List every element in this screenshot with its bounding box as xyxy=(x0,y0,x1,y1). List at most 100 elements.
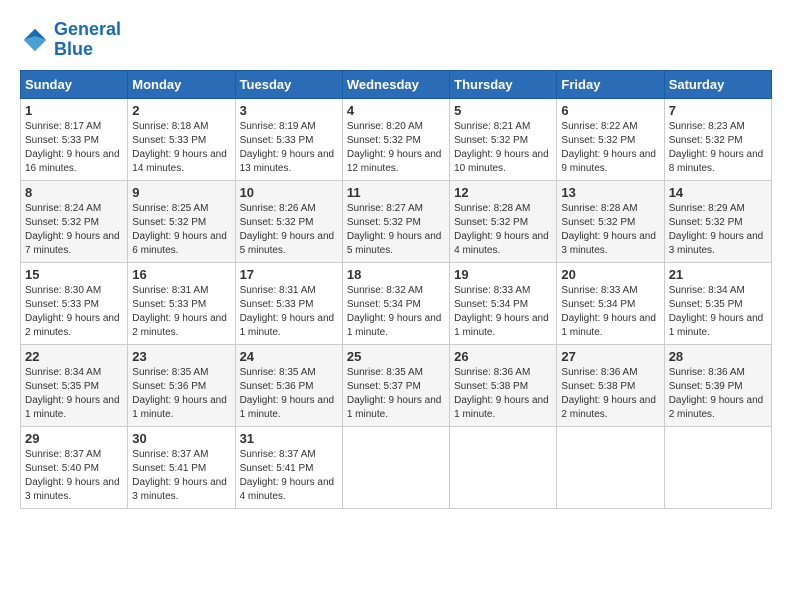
calendar-cell xyxy=(664,426,771,508)
day-info: Sunrise: 8:21 AMSunset: 5:32 PMDaylight:… xyxy=(454,120,552,176)
calendar-cell: 9 Sunrise: 8:25 AMSunset: 5:32 PMDayligh… xyxy=(128,180,235,262)
day-info: Sunrise: 8:31 AMSunset: 5:33 PMDaylight:… xyxy=(132,284,230,340)
calendar-cell xyxy=(557,426,664,508)
calendar-week-3: 15 Sunrise: 8:30 AMSunset: 5:33 PMDaylig… xyxy=(21,262,772,344)
calendar-cell: 22 Sunrise: 8:34 AMSunset: 5:35 PMDaylig… xyxy=(21,344,128,426)
calendar-cell: 21 Sunrise: 8:34 AMSunset: 5:35 PMDaylig… xyxy=(664,262,771,344)
day-info: Sunrise: 8:34 AMSunset: 5:35 PMDaylight:… xyxy=(25,366,123,422)
day-number: 20 xyxy=(561,267,659,282)
day-info: Sunrise: 8:30 AMSunset: 5:33 PMDaylight:… xyxy=(25,284,123,340)
day-info: Sunrise: 8:37 AMSunset: 5:40 PMDaylight:… xyxy=(25,448,123,504)
day-info: Sunrise: 8:36 AMSunset: 5:38 PMDaylight:… xyxy=(561,366,659,422)
calendar-cell xyxy=(450,426,557,508)
calendar-cell: 11 Sunrise: 8:27 AMSunset: 5:32 PMDaylig… xyxy=(342,180,449,262)
calendar-cell: 24 Sunrise: 8:35 AMSunset: 5:36 PMDaylig… xyxy=(235,344,342,426)
calendar-cell: 1 Sunrise: 8:17 AMSunset: 5:33 PMDayligh… xyxy=(21,98,128,180)
day-info: Sunrise: 8:22 AMSunset: 5:32 PMDaylight:… xyxy=(561,120,659,176)
day-number: 9 xyxy=(132,185,230,200)
col-header-wednesday: Wednesday xyxy=(342,70,449,98)
calendar-week-1: 1 Sunrise: 8:17 AMSunset: 5:33 PMDayligh… xyxy=(21,98,772,180)
day-info: Sunrise: 8:20 AMSunset: 5:32 PMDaylight:… xyxy=(347,120,445,176)
calendar-cell: 18 Sunrise: 8:32 AMSunset: 5:34 PMDaylig… xyxy=(342,262,449,344)
day-number: 12 xyxy=(454,185,552,200)
day-number: 13 xyxy=(561,185,659,200)
day-info: Sunrise: 8:37 AMSunset: 5:41 PMDaylight:… xyxy=(132,448,230,504)
day-info: Sunrise: 8:33 AMSunset: 5:34 PMDaylight:… xyxy=(561,284,659,340)
day-number: 16 xyxy=(132,267,230,282)
day-info: Sunrise: 8:37 AMSunset: 5:41 PMDaylight:… xyxy=(240,448,338,504)
calendar-cell: 25 Sunrise: 8:35 AMSunset: 5:37 PMDaylig… xyxy=(342,344,449,426)
calendar-cell: 16 Sunrise: 8:31 AMSunset: 5:33 PMDaylig… xyxy=(128,262,235,344)
day-info: Sunrise: 8:18 AMSunset: 5:33 PMDaylight:… xyxy=(132,120,230,176)
day-number: 7 xyxy=(669,103,767,118)
day-info: Sunrise: 8:17 AMSunset: 5:33 PMDaylight:… xyxy=(25,120,123,176)
day-number: 25 xyxy=(347,349,445,364)
day-number: 26 xyxy=(454,349,552,364)
day-number: 18 xyxy=(347,267,445,282)
day-info: Sunrise: 8:36 AMSunset: 5:38 PMDaylight:… xyxy=(454,366,552,422)
calendar-cell: 19 Sunrise: 8:33 AMSunset: 5:34 PMDaylig… xyxy=(450,262,557,344)
day-number: 22 xyxy=(25,349,123,364)
day-number: 1 xyxy=(25,103,123,118)
col-header-saturday: Saturday xyxy=(664,70,771,98)
day-info: Sunrise: 8:35 AMSunset: 5:37 PMDaylight:… xyxy=(347,366,445,422)
day-number: 31 xyxy=(240,431,338,446)
calendar-cell: 8 Sunrise: 8:24 AMSunset: 5:32 PMDayligh… xyxy=(21,180,128,262)
day-info: Sunrise: 8:23 AMSunset: 5:32 PMDaylight:… xyxy=(669,120,767,176)
day-info: Sunrise: 8:35 AMSunset: 5:36 PMDaylight:… xyxy=(240,366,338,422)
calendar-cell: 15 Sunrise: 8:30 AMSunset: 5:33 PMDaylig… xyxy=(21,262,128,344)
day-info: Sunrise: 8:34 AMSunset: 5:35 PMDaylight:… xyxy=(669,284,767,340)
calendar-cell: 4 Sunrise: 8:20 AMSunset: 5:32 PMDayligh… xyxy=(342,98,449,180)
day-number: 29 xyxy=(25,431,123,446)
col-header-monday: Monday xyxy=(128,70,235,98)
page-header: General Blue xyxy=(20,20,772,60)
calendar-week-5: 29 Sunrise: 8:37 AMSunset: 5:40 PMDaylig… xyxy=(21,426,772,508)
day-number: 11 xyxy=(347,185,445,200)
day-number: 15 xyxy=(25,267,123,282)
day-info: Sunrise: 8:32 AMSunset: 5:34 PMDaylight:… xyxy=(347,284,445,340)
calendar-cell xyxy=(342,426,449,508)
day-number: 8 xyxy=(25,185,123,200)
day-info: Sunrise: 8:24 AMSunset: 5:32 PMDaylight:… xyxy=(25,202,123,258)
calendar-cell: 20 Sunrise: 8:33 AMSunset: 5:34 PMDaylig… xyxy=(557,262,664,344)
col-header-friday: Friday xyxy=(557,70,664,98)
col-header-thursday: Thursday xyxy=(450,70,557,98)
day-number: 3 xyxy=(240,103,338,118)
day-number: 6 xyxy=(561,103,659,118)
calendar-cell: 26 Sunrise: 8:36 AMSunset: 5:38 PMDaylig… xyxy=(450,344,557,426)
day-info: Sunrise: 8:25 AMSunset: 5:32 PMDaylight:… xyxy=(132,202,230,258)
col-header-sunday: Sunday xyxy=(21,70,128,98)
calendar-cell: 13 Sunrise: 8:28 AMSunset: 5:32 PMDaylig… xyxy=(557,180,664,262)
day-number: 5 xyxy=(454,103,552,118)
calendar-week-4: 22 Sunrise: 8:34 AMSunset: 5:35 PMDaylig… xyxy=(21,344,772,426)
day-info: Sunrise: 8:31 AMSunset: 5:33 PMDaylight:… xyxy=(240,284,338,340)
day-info: Sunrise: 8:33 AMSunset: 5:34 PMDaylight:… xyxy=(454,284,552,340)
day-number: 27 xyxy=(561,349,659,364)
day-info: Sunrise: 8:28 AMSunset: 5:32 PMDaylight:… xyxy=(454,202,552,258)
calendar-header-row: SundayMondayTuesdayWednesdayThursdayFrid… xyxy=(21,70,772,98)
day-number: 30 xyxy=(132,431,230,446)
calendar-cell: 14 Sunrise: 8:29 AMSunset: 5:32 PMDaylig… xyxy=(664,180,771,262)
calendar-cell: 23 Sunrise: 8:35 AMSunset: 5:36 PMDaylig… xyxy=(128,344,235,426)
day-number: 17 xyxy=(240,267,338,282)
calendar-cell: 6 Sunrise: 8:22 AMSunset: 5:32 PMDayligh… xyxy=(557,98,664,180)
calendar-cell: 3 Sunrise: 8:19 AMSunset: 5:33 PMDayligh… xyxy=(235,98,342,180)
calendar-cell: 12 Sunrise: 8:28 AMSunset: 5:32 PMDaylig… xyxy=(450,180,557,262)
calendar-cell: 2 Sunrise: 8:18 AMSunset: 5:33 PMDayligh… xyxy=(128,98,235,180)
day-number: 23 xyxy=(132,349,230,364)
calendar-cell: 27 Sunrise: 8:36 AMSunset: 5:38 PMDaylig… xyxy=(557,344,664,426)
calendar-cell: 31 Sunrise: 8:37 AMSunset: 5:41 PMDaylig… xyxy=(235,426,342,508)
calendar-week-2: 8 Sunrise: 8:24 AMSunset: 5:32 PMDayligh… xyxy=(21,180,772,262)
calendar-cell: 7 Sunrise: 8:23 AMSunset: 5:32 PMDayligh… xyxy=(664,98,771,180)
day-info: Sunrise: 8:26 AMSunset: 5:32 PMDaylight:… xyxy=(240,202,338,258)
day-number: 2 xyxy=(132,103,230,118)
calendar-cell: 28 Sunrise: 8:36 AMSunset: 5:39 PMDaylig… xyxy=(664,344,771,426)
day-info: Sunrise: 8:35 AMSunset: 5:36 PMDaylight:… xyxy=(132,366,230,422)
day-number: 21 xyxy=(669,267,767,282)
day-number: 10 xyxy=(240,185,338,200)
day-number: 28 xyxy=(669,349,767,364)
calendar-cell: 30 Sunrise: 8:37 AMSunset: 5:41 PMDaylig… xyxy=(128,426,235,508)
day-info: Sunrise: 8:28 AMSunset: 5:32 PMDaylight:… xyxy=(561,202,659,258)
logo: General Blue xyxy=(20,20,121,60)
calendar-cell: 17 Sunrise: 8:31 AMSunset: 5:33 PMDaylig… xyxy=(235,262,342,344)
